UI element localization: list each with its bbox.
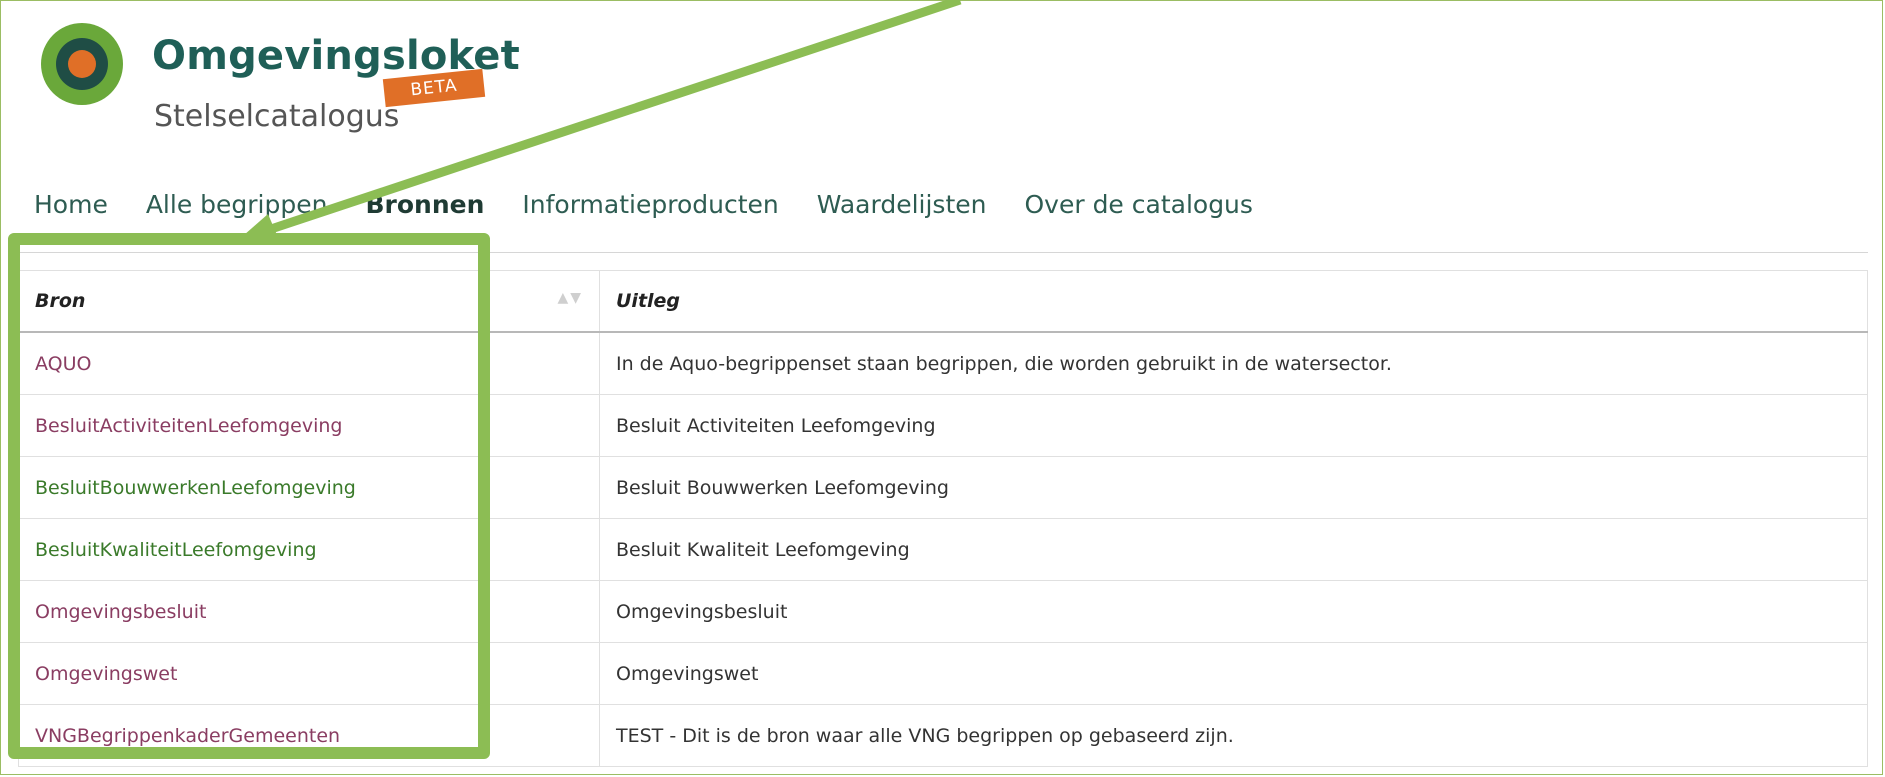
uitleg-cell: Besluit Activiteiten Leefomgeving xyxy=(599,394,1868,457)
bron-link[interactable]: AQUO xyxy=(35,353,91,375)
bron-link[interactable]: Omgevingswet xyxy=(35,663,177,685)
uitleg-cell: In de Aquo-begrippenset staan begrippen,… xyxy=(599,331,1868,395)
bron-link[interactable]: BesluitBouwwerkenLeefomgeving xyxy=(35,477,356,499)
table-row: BesluitBouwwerkenLeefomgeving Besluit Bo… xyxy=(18,456,1868,519)
uitleg-cell: Omgevingsbesluit xyxy=(599,580,1868,643)
bron-link[interactable]: VNGBegrippenkaderGemeenten xyxy=(35,725,340,747)
uitleg-cell: Besluit Bouwwerken Leefomgeving xyxy=(599,456,1868,519)
bron-link[interactable]: BesluitKwaliteitLeefomgeving xyxy=(35,539,317,561)
table-row: Omgevingswet Omgevingswet xyxy=(18,642,1868,705)
table-row: VNGBegrippenkaderGemeenten TEST - Dit is… xyxy=(18,704,1868,767)
nav-item-informatieproducten[interactable]: Informatieproducten xyxy=(522,190,778,219)
table-header-row: Bron ▲▼ Uitleg xyxy=(18,270,1868,333)
bron-link[interactable]: Omgevingsbesluit xyxy=(35,601,206,623)
main-nav: Home Alle begrippen Bronnen Informatiepr… xyxy=(34,190,1291,219)
column-header-bron-label: Bron xyxy=(35,290,86,312)
nav-item-over-de-catalogus[interactable]: Over de catalogus xyxy=(1024,190,1252,219)
catalog-subtitle: Stelselcatalogus xyxy=(154,99,400,134)
sort-arrows-icon[interactable]: ▲▼ xyxy=(557,290,583,306)
table-row: AQUO In de Aquo-begrippenset staan begri… xyxy=(18,331,1868,395)
uitleg-cell: TEST - Dit is de bron waar alle VNG begr… xyxy=(599,704,1868,767)
bronnen-table: Bron ▲▼ Uitleg AQUO In de Aquo-begrippen… xyxy=(18,270,1868,767)
omgevingsloket-logo-icon[interactable] xyxy=(40,22,124,106)
nav-item-alle-begrippen[interactable]: Alle begrippen xyxy=(146,190,328,219)
uitleg-cell: Omgevingswet xyxy=(599,642,1868,705)
table-row: Omgevingsbesluit Omgevingsbesluit xyxy=(18,580,1868,643)
nav-item-bronnen[interactable]: Bronnen xyxy=(365,190,484,219)
uitleg-cell: Besluit Kwaliteit Leefomgeving xyxy=(599,518,1868,581)
column-header-uitleg: Uitleg xyxy=(599,270,1868,333)
column-header-bron[interactable]: Bron ▲▼ xyxy=(18,270,600,333)
nav-divider xyxy=(16,252,1868,253)
nav-item-home[interactable]: Home xyxy=(34,190,108,219)
nav-item-waardelijsten[interactable]: Waardelijsten xyxy=(817,190,987,219)
bron-link[interactable]: BesluitActiviteitenLeefomgeving xyxy=(35,415,342,437)
table-row: BesluitActiviteitenLeefomgeving Besluit … xyxy=(18,394,1868,457)
table-row: BesluitKwaliteitLeefomgeving Besluit Kwa… xyxy=(18,518,1868,581)
